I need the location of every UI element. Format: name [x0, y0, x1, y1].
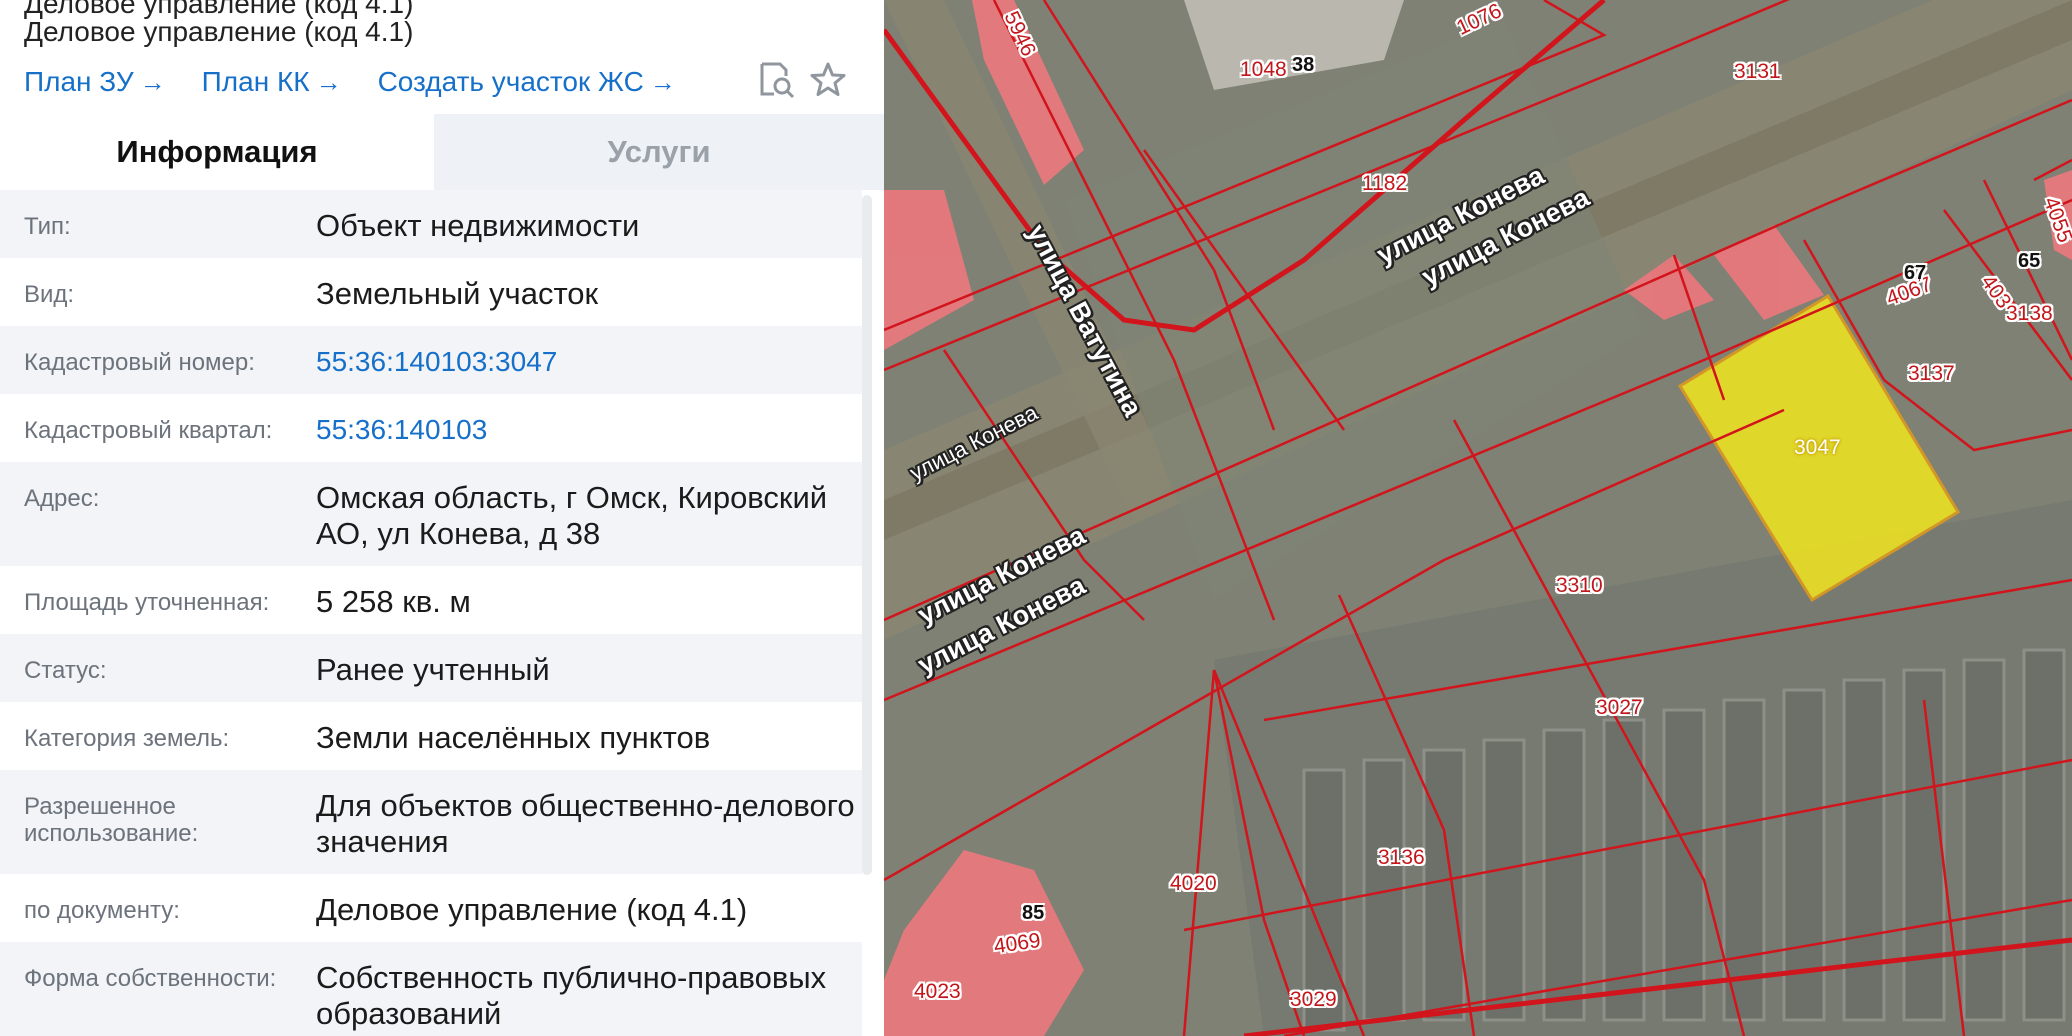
info-panel: Деловое управление (код 4.1) Деловое упр…	[0, 0, 884, 1036]
row-value: Земельный участок	[316, 276, 599, 311]
plan-zu-label: План ЗУ	[24, 66, 134, 97]
row-label: Адрес:	[24, 485, 100, 512]
house-number-label: 85	[1022, 902, 1045, 924]
row-cadastral-quarter: Кадастровый квартал: 55:36:140103	[0, 394, 862, 462]
row-kind: Вид: Земельный участок	[0, 258, 862, 326]
row-address: Адрес: Омская область, г Омск, Кировский…	[0, 462, 862, 566]
parcel-label: 3027	[1596, 696, 1643, 719]
row-value: Объект недвижимости	[316, 208, 640, 243]
arrow-right-icon: →	[315, 66, 342, 97]
row-value: Собственность публично-правовых образова…	[316, 960, 827, 1031]
map-canvas[interactable]	[884, 0, 2072, 1036]
row-ownership: Форма собственности: Собственность публи…	[0, 942, 862, 1036]
cadastral-number-link[interactable]: 55:36:140103:3047	[316, 344, 862, 380]
search-document-icon[interactable]	[756, 60, 796, 100]
row-label: Кадастровый номер:	[24, 349, 255, 376]
plan-zu-link[interactable]: План ЗУ →	[24, 66, 166, 98]
cadastral-map[interactable]: улица Конева улица Конева улица Ватутина…	[884, 0, 2072, 1036]
parcel-label: 3029	[1290, 988, 1337, 1011]
parcel-label: 4023	[914, 980, 961, 1003]
parcel-label: 4020	[1170, 872, 1217, 895]
property-table: Тип: Объект недвижимости Вид: Земельный …	[0, 190, 862, 1036]
row-land-category: Категория земель: Земли населённых пункт…	[0, 702, 862, 770]
parcel-label: 3138	[2006, 302, 2053, 325]
house-number-label: 67	[1904, 262, 1927, 284]
plan-links: План ЗУ → План КК → Создать участок ЖС →	[24, 62, 712, 102]
tab-information[interactable]: Информация	[0, 114, 434, 190]
row-value: Для объектов общественно-делового значен…	[316, 788, 855, 859]
row-label: Площадь уточненная:	[24, 589, 270, 616]
parcel-label: 3137	[1908, 362, 1955, 385]
row-permitted-use: Разрешенное использование: Для объектов …	[0, 770, 862, 874]
row-value: Омская область, г Омск, Кировский АО, ул…	[316, 480, 828, 551]
parcel-label: 3131	[1734, 60, 1781, 83]
plan-kk-link[interactable]: План КК →	[202, 66, 342, 98]
row-label: Кадастровый квартал:	[24, 417, 273, 444]
tab-services[interactable]: Услуги	[434, 114, 884, 190]
parcel-label: 1182	[1362, 172, 1408, 195]
star-icon[interactable]	[808, 60, 848, 100]
selected-parcel-label[interactable]: 3047	[1794, 436, 1841, 460]
row-cadastral-number: Кадастровый номер: 55:36:140103:3047	[0, 326, 862, 394]
row-value: Деловое управление (код 4.1)	[316, 892, 748, 927]
create-zs-link[interactable]: Создать участок ЖС →	[378, 66, 676, 98]
parcel-label: 1048	[1240, 58, 1287, 81]
row-label: Форма собственности:	[24, 965, 277, 992]
row-label: Вид:	[24, 281, 75, 308]
plan-kk-label: План КК	[201, 66, 310, 97]
arrow-right-icon: →	[139, 66, 166, 97]
parcel-label: 3310	[1556, 574, 1603, 597]
row-label: Статус:	[24, 657, 107, 684]
row-status: Статус: Ранее учтенный	[0, 634, 862, 702]
row-area: Площадь уточненная: 5 258 кв. м	[0, 566, 862, 634]
parcel-label: 3136	[1378, 846, 1425, 869]
row-value: Ранее учтенный	[316, 652, 550, 687]
cadastral-quarter-link[interactable]: 55:36:140103	[316, 412, 862, 448]
house-number-label: 38	[1292, 54, 1315, 76]
arrow-right-icon: →	[649, 66, 676, 97]
row-label: Тип:	[24, 213, 71, 240]
row-value: 5 258 кв. м	[316, 584, 471, 619]
row-label: по документу:	[24, 897, 180, 924]
document-title: Деловое управление (код 4.1)	[24, 16, 414, 47]
row-by-document: по документу: Деловое управление (код 4.…	[0, 874, 862, 942]
row-label: Категория земель:	[24, 725, 230, 752]
panel-scrollbar[interactable]	[862, 195, 872, 875]
row-value: Земли населённых пунктов	[316, 720, 711, 755]
create-zs-label: Создать участок ЖС	[377, 66, 644, 97]
row-type: Тип: Объект недвижимости	[0, 190, 862, 258]
house-number-label: 65	[2018, 250, 2041, 272]
tab-bar: Информация Услуги	[0, 114, 884, 190]
row-label: Разрешенное использование:	[24, 793, 199, 847]
